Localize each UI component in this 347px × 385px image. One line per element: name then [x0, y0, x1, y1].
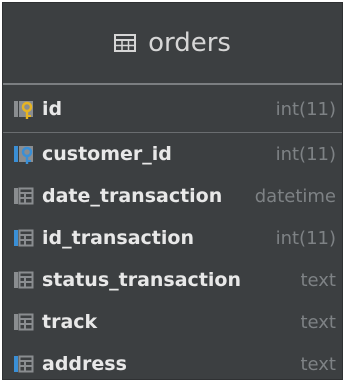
column-name: date_transaction [42, 185, 223, 207]
column-type: text [300, 269, 336, 291]
column-type: text [300, 353, 336, 375]
table-icon [114, 34, 137, 52]
table-title: orders [148, 28, 231, 58]
column-row-status-transaction[interactable]: status_transaction text [3, 259, 342, 301]
table-header: orders [3, 3, 342, 83]
column-name: track [42, 311, 98, 333]
indexed-column-icon [14, 355, 34, 373]
column-type: text [300, 311, 336, 333]
column-type: int(11) [275, 98, 336, 120]
column-name: id_transaction [42, 227, 194, 249]
column-name: customer_id [42, 143, 172, 165]
table-entity-orders[interactable]: orders id int(11) customer_id int(11) da… [2, 2, 343, 380]
column-type: int(11) [275, 143, 336, 165]
column-row-id-transaction[interactable]: id_transaction int(11) [3, 217, 342, 259]
column-row-address[interactable]: address text [3, 343, 342, 385]
column-name: address [42, 353, 127, 375]
column-type: datetime [254, 185, 336, 207]
column-icon [14, 271, 34, 289]
column-type: int(11) [275, 227, 336, 249]
column-row-date-transaction[interactable]: date_transaction datetime [3, 175, 342, 217]
column-row-track[interactable]: track text [3, 301, 342, 343]
column-name: status_transaction [42, 269, 241, 291]
column-row-customer-id[interactable]: customer_id int(11) [3, 133, 342, 175]
indexed-column-icon [14, 229, 34, 247]
foreign-key-index-column-icon [14, 146, 33, 164]
column-row-id[interactable]: id int(11) [3, 88, 342, 130]
column-name: id [42, 98, 63, 120]
column-list: id int(11) customer_id int(11) date_tran… [3, 85, 342, 385]
column-icon [14, 313, 34, 331]
primary-key-column-icon [14, 101, 33, 119]
column-icon [14, 187, 34, 205]
